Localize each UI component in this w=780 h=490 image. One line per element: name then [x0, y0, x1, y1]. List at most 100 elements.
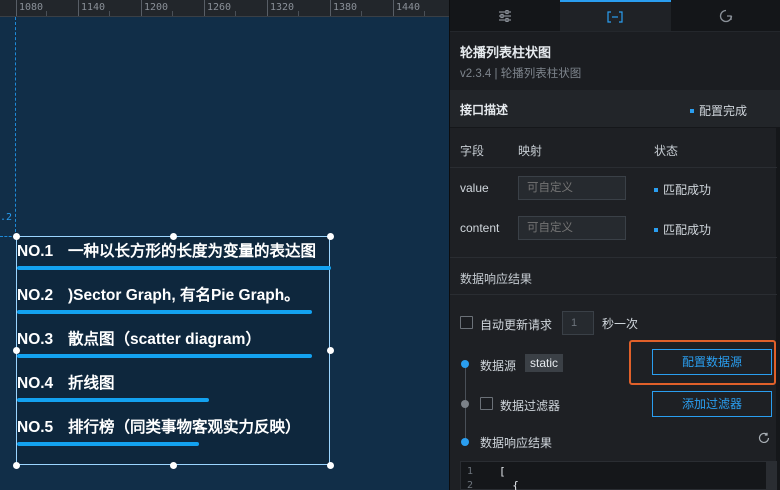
list-item: NO.3 散点图（scatter diagram） — [17, 325, 331, 369]
list-item: NO.1 一种以长方形的长度为变量的表达图 — [17, 237, 331, 281]
resize-handle-top-left[interactable] — [13, 233, 20, 240]
resize-handle-right[interactable] — [327, 347, 334, 354]
column-header-field: 字段 — [460, 144, 485, 158]
ruler-tick — [393, 0, 394, 16]
list-item: NO.2 )Sector Graph, 有名Pie Graph。 — [17, 281, 331, 325]
ruler-tick — [78, 0, 79, 16]
interval-input[interactable]: 1 — [562, 311, 594, 335]
ruler-tick — [46, 11, 47, 16]
config-status: 配置完成 — [689, 102, 747, 119]
line-number: 1 — [467, 466, 474, 477]
configure-datasource-button[interactable]: 配置数据源 — [652, 349, 772, 375]
sliders-icon — [499, 9, 512, 22]
ruler-tick — [235, 11, 236, 16]
ruler-label: 1260 — [207, 2, 232, 13]
filter-label: 数据过滤器 — [500, 399, 561, 413]
response-code-editor[interactable]: 1 [ 2 { — [460, 461, 777, 490]
timeline-dot-icon — [461, 360, 469, 368]
status-dot-icon — [654, 187, 658, 192]
ruler-label: 1200 — [144, 2, 169, 13]
ruler-tick — [330, 0, 331, 16]
ruler-tick — [361, 11, 362, 16]
rank-bar — [17, 398, 209, 402]
code-scrollbar[interactable] — [766, 462, 776, 490]
ruler-tick — [16, 0, 17, 16]
rank-number: NO.5 — [17, 419, 54, 436]
column-header-mapping: 映射 — [518, 144, 543, 158]
interval-suffix: 秒一次 — [602, 317, 639, 331]
rank-bar — [17, 310, 312, 314]
code-line: { — [499, 479, 519, 490]
rank-label: )Sector Graph, 有名Pie Graph。 — [68, 287, 300, 304]
status-dot-icon — [654, 227, 658, 232]
filter-checkbox[interactable] — [480, 397, 493, 410]
tab-data[interactable] — [560, 0, 671, 31]
guide-coordinate: .2 — [0, 212, 13, 223]
component-version: v2.3.4 | 轮播列表柱状图 — [460, 68, 582, 80]
ruler-tick — [298, 11, 299, 16]
api-description-title: 接口描述 — [460, 103, 509, 117]
resize-handle-top[interactable] — [170, 233, 177, 240]
panel-scroll-area[interactable] — [450, 90, 780, 490]
rank-number: NO.2 — [17, 287, 54, 304]
api-description-header[interactable]: 接口描述 配置完成 — [450, 90, 780, 128]
rank-number: NO.4 — [17, 375, 54, 392]
refresh-icon[interactable] — [758, 432, 770, 447]
resize-handle-left[interactable] — [13, 347, 20, 354]
ruler-tick — [424, 11, 425, 16]
response-result-label: 数据响应结果 — [480, 436, 553, 450]
auto-update-label: 自动更新请求 — [480, 318, 553, 332]
panel-scrollbar[interactable] — [776, 90, 780, 490]
resize-handle-bottom[interactable] — [170, 462, 177, 469]
ruler-label: 1140 — [81, 2, 106, 13]
divider — [450, 257, 777, 258]
list-item: NO.4 折线图 — [17, 369, 331, 413]
status-dot-icon — [689, 108, 694, 113]
ruler-tick — [109, 11, 110, 16]
auto-update-checkbox[interactable] — [460, 316, 473, 329]
datasource-label: 数据源 — [480, 359, 517, 373]
interaction-icon — [719, 9, 732, 22]
line-number: 2 — [467, 480, 474, 490]
mapping-input-value[interactable] — [518, 176, 626, 200]
code-line: [ — [499, 465, 506, 478]
config-panel: 轮播列表柱状图 v2.3.4 | 轮播列表柱状图 接口描述 配置完成 字段 映射… — [449, 0, 780, 490]
rank-number: NO.3 — [17, 331, 54, 348]
ruler-label: 1380 — [333, 2, 358, 13]
resize-handle-bottom-left[interactable] — [13, 462, 20, 469]
field-name-content: content — [460, 221, 500, 235]
tab-style[interactable] — [450, 0, 560, 31]
config-status-text: 配置完成 — [698, 104, 747, 118]
rank-number: NO.1 — [17, 243, 54, 260]
component-title: 轮播列表柱状图 — [460, 45, 552, 60]
add-filter-button[interactable]: 添加过滤器 — [652, 391, 772, 417]
editor-canvas[interactable]: 1080 1140 1200 1260 1320 1380 1440 .2 NO… — [0, 0, 449, 490]
ruler-tick — [172, 11, 173, 16]
resize-handle-top-right[interactable] — [327, 233, 334, 240]
ruler-label: 1320 — [270, 2, 295, 13]
rank-bar — [17, 354, 312, 358]
tab-interaction[interactable] — [671, 0, 780, 31]
timeline-dot-icon — [461, 438, 469, 446]
rank-label: 排行榜（同类事物客观实力反映） — [68, 419, 301, 436]
horizontal-ruler: 1080 1140 1200 1260 1320 1380 1440 — [0, 0, 449, 17]
list-item: NO.5 排行榜（同类事物客观实力反映） — [17, 413, 331, 457]
mapping-input-content[interactable] — [518, 216, 626, 240]
rank-label: 一种以长方形的长度为变量的表达图 — [68, 243, 317, 260]
timeline-dot-icon — [461, 400, 469, 408]
match-status-text: 匹配成功 — [663, 183, 712, 197]
resize-handle-bottom-right[interactable] — [327, 462, 334, 469]
divider — [450, 294, 777, 295]
match-status-content: 匹配成功 — [654, 221, 711, 238]
column-header-state: 状态 — [654, 144, 679, 158]
ruler-label: 1080 — [19, 2, 44, 13]
ruler-label: 1440 — [396, 2, 421, 13]
bracket-icon — [607, 10, 624, 23]
response-section-title: 数据响应结果 — [460, 272, 533, 286]
rank-label: 折线图 — [68, 375, 115, 392]
ruler-tick — [141, 0, 142, 16]
datasource-type-tag: static — [525, 354, 564, 372]
carousel-bar-list-widget[interactable]: NO.1 一种以长方形的长度为变量的表达图 NO.2 )Sector Graph, … — [16, 236, 331, 465]
panel-tabs — [450, 0, 780, 32]
rank-label: 散点图（scatter diagram） — [68, 331, 261, 348]
